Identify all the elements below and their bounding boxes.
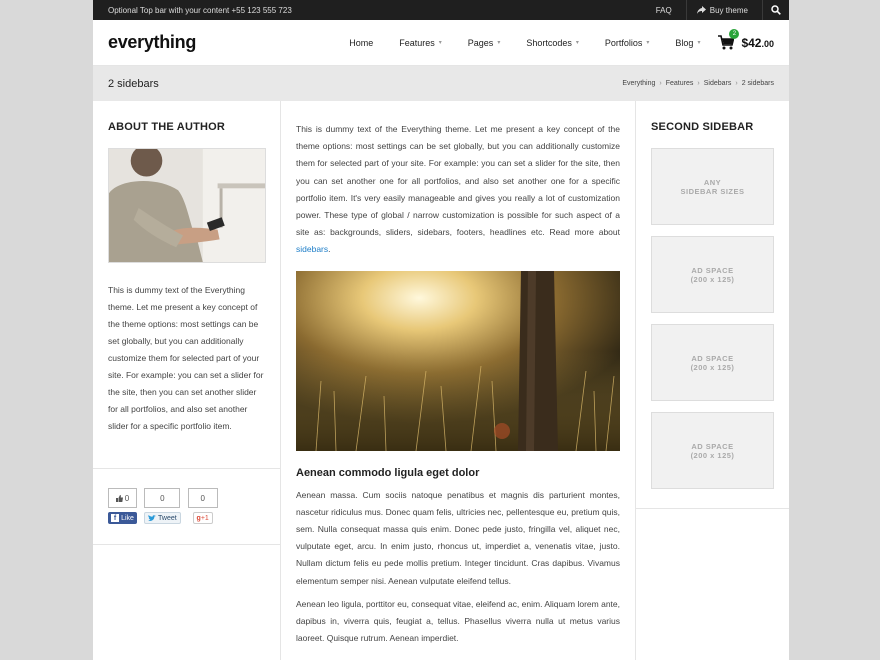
ad-label: (200 x 125) bbox=[690, 450, 735, 460]
breadcrumb-separator-icon: › bbox=[735, 80, 738, 87]
nav-label: Home bbox=[349, 37, 374, 48]
cart-total-amount: $42 bbox=[741, 35, 762, 50]
facebook-icon: f bbox=[111, 514, 120, 522]
nav-label: Features bbox=[399, 37, 435, 48]
breadcrumb-separator-icon: › bbox=[697, 80, 700, 87]
breadcrumb-item[interactable]: Features bbox=[666, 80, 694, 87]
ad-slot[interactable]: ANY SIDEBAR SIZES bbox=[651, 148, 774, 225]
facebook-like[interactable]: 0 f Like bbox=[108, 488, 137, 544]
button-label: +1 bbox=[200, 514, 209, 522]
breadcrumb-separator-icon: › bbox=[659, 80, 662, 87]
nav-item-home[interactable]: Home bbox=[349, 38, 373, 48]
intro-paragraph: This is dummy text of the Everything the… bbox=[296, 121, 620, 259]
content-columns: ABOUT THE AUTHOR This is dummy text of t… bbox=[93, 101, 789, 660]
facebook-count: 0 bbox=[108, 488, 137, 508]
ad-label: AD SPACE bbox=[691, 353, 734, 363]
nav-item-features[interactable]: Features ▾ bbox=[399, 38, 442, 48]
search-icon bbox=[771, 5, 781, 15]
cart-total-cents: .00 bbox=[761, 38, 774, 49]
tweet-button[interactable]: Tweet bbox=[144, 512, 181, 524]
body-paragraph: Aenean leo ligula, porttitor eu, consequ… bbox=[296, 598, 620, 644]
topbar-message: Optional Top bar with your content +55 1… bbox=[108, 5, 292, 15]
google-plus-button[interactable]: g +1 bbox=[192, 512, 213, 524]
nav-label: Blog bbox=[675, 37, 694, 48]
ad-slot[interactable]: AD SPACE (200 x 125) bbox=[651, 236, 774, 313]
page-title: 2 sidebars bbox=[108, 77, 159, 90]
author-bio: This is dummy text of the Everything the… bbox=[108, 285, 264, 431]
thumbs-up-icon bbox=[115, 494, 123, 502]
social-share-widget: 0 f Like 0 Tweet 0 g +1 bbox=[93, 469, 280, 545]
chevron-down-icon: ▾ bbox=[697, 40, 701, 46]
page-title-bar: 2 sidebars Everything › Features › Sideb… bbox=[93, 66, 789, 101]
button-label: Tweet bbox=[158, 514, 177, 522]
sidebars-link[interactable]: sidebars bbox=[296, 244, 328, 254]
nav-item-portfolios[interactable]: Portfolios ▾ bbox=[605, 38, 650, 48]
nav-item-blog[interactable]: Blog ▾ bbox=[675, 38, 700, 48]
ad-label: (200 x 125) bbox=[690, 362, 735, 372]
faq-label: FAQ bbox=[655, 5, 672, 15]
google-plus-count: 0 bbox=[187, 488, 218, 508]
main-nav: Home Features ▾ Pages ▾ Shortcodes ▾ Portfo… bbox=[349, 38, 726, 48]
nav-item-pages[interactable]: Pages ▾ bbox=[468, 38, 501, 48]
nav-item-shortcodes[interactable]: Shortcodes ▾ bbox=[526, 38, 579, 48]
share-arrow-icon bbox=[696, 6, 706, 14]
cart-button[interactable]: 2 $42.00 bbox=[718, 28, 774, 51]
ads-widget: SECOND SIDEBAR ANY SIDEBAR SIZES AD SPAC… bbox=[636, 101, 789, 509]
body-paragraph: Aenean massa. Cum sociis natoque penatib… bbox=[296, 489, 620, 586]
topbar-divider bbox=[685, 0, 687, 20]
breadcrumb-current: 2 sidebars bbox=[741, 80, 774, 87]
faq-link[interactable]: FAQ bbox=[656, 6, 672, 15]
breadcrumb-item[interactable]: Everything bbox=[622, 80, 655, 87]
author-widget: ABOUT THE AUTHOR This is dummy text of t… bbox=[93, 101, 280, 469]
cart-icon-wrap: 2 bbox=[718, 28, 740, 51]
site-header: everything Home Features ▾ Pages ▾ Shortco… bbox=[93, 20, 789, 66]
search-button[interactable] bbox=[763, 0, 789, 20]
buy-theme-link[interactable]: Buy theme bbox=[696, 5, 748, 15]
twitter-count: 0 bbox=[144, 488, 181, 508]
author-photo bbox=[108, 145, 266, 263]
ad-label: SIDEBAR SIZES bbox=[680, 186, 745, 196]
intro-end: . bbox=[328, 244, 331, 255]
cart-total: $42.00 bbox=[741, 36, 774, 50]
intro-text: This is dummy text of the Everything the… bbox=[296, 124, 620, 238]
hero-image bbox=[296, 270, 620, 451]
section-heading: Aenean commodo ligula eget dolor bbox=[296, 466, 480, 479]
main-content: This is dummy text of the Everything the… bbox=[281, 101, 636, 660]
ad-label: AD SPACE bbox=[691, 441, 734, 451]
ad-label: AD SPACE bbox=[691, 265, 734, 275]
chevron-down-icon: ▾ bbox=[575, 40, 579, 46]
cart-count-badge: 2 bbox=[729, 28, 740, 39]
widget-title: SECOND SIDEBAR bbox=[651, 121, 754, 133]
nav-label: Pages bbox=[467, 37, 494, 48]
count-value: 0 bbox=[124, 493, 130, 503]
ad-label: (200 x 125) bbox=[690, 274, 735, 284]
top-bar: Optional Top bar with your content +55 1… bbox=[93, 0, 789, 20]
site-container: Optional Top bar with your content +55 1… bbox=[93, 0, 789, 660]
chevron-down-icon: ▾ bbox=[438, 40, 442, 46]
ad-slot[interactable]: AD SPACE (200 x 125) bbox=[651, 412, 774, 489]
ad-slot[interactable]: AD SPACE (200 x 125) bbox=[651, 324, 774, 401]
site-logo[interactable]: everything bbox=[108, 32, 349, 53]
widget-title: ABOUT THE AUTHOR bbox=[108, 121, 226, 133]
nav-label: Shortcodes bbox=[526, 37, 572, 48]
breadcrumb-item[interactable]: Sidebars bbox=[704, 80, 732, 87]
chevron-down-icon: ▾ bbox=[646, 40, 650, 46]
left-sidebar: ABOUT THE AUTHOR This is dummy text of t… bbox=[93, 101, 281, 660]
right-sidebar: SECOND SIDEBAR ANY SIDEBAR SIZES AD SPAC… bbox=[636, 101, 789, 660]
nav-label: Portfolios bbox=[604, 37, 643, 48]
chevron-down-icon: ▾ bbox=[497, 40, 501, 46]
google-plus-one[interactable]: 0 g +1 bbox=[187, 488, 218, 544]
twitter-tweet[interactable]: 0 Tweet bbox=[144, 488, 181, 544]
ad-label: ANY bbox=[703, 177, 722, 187]
buy-theme-label: Buy theme bbox=[709, 5, 748, 15]
breadcrumb: Everything › Features › Sidebars › 2 sid… bbox=[622, 80, 774, 87]
button-label: Like bbox=[121, 514, 134, 522]
facebook-like-button[interactable]: f Like bbox=[108, 512, 137, 524]
twitter-bird-icon bbox=[148, 514, 156, 521]
